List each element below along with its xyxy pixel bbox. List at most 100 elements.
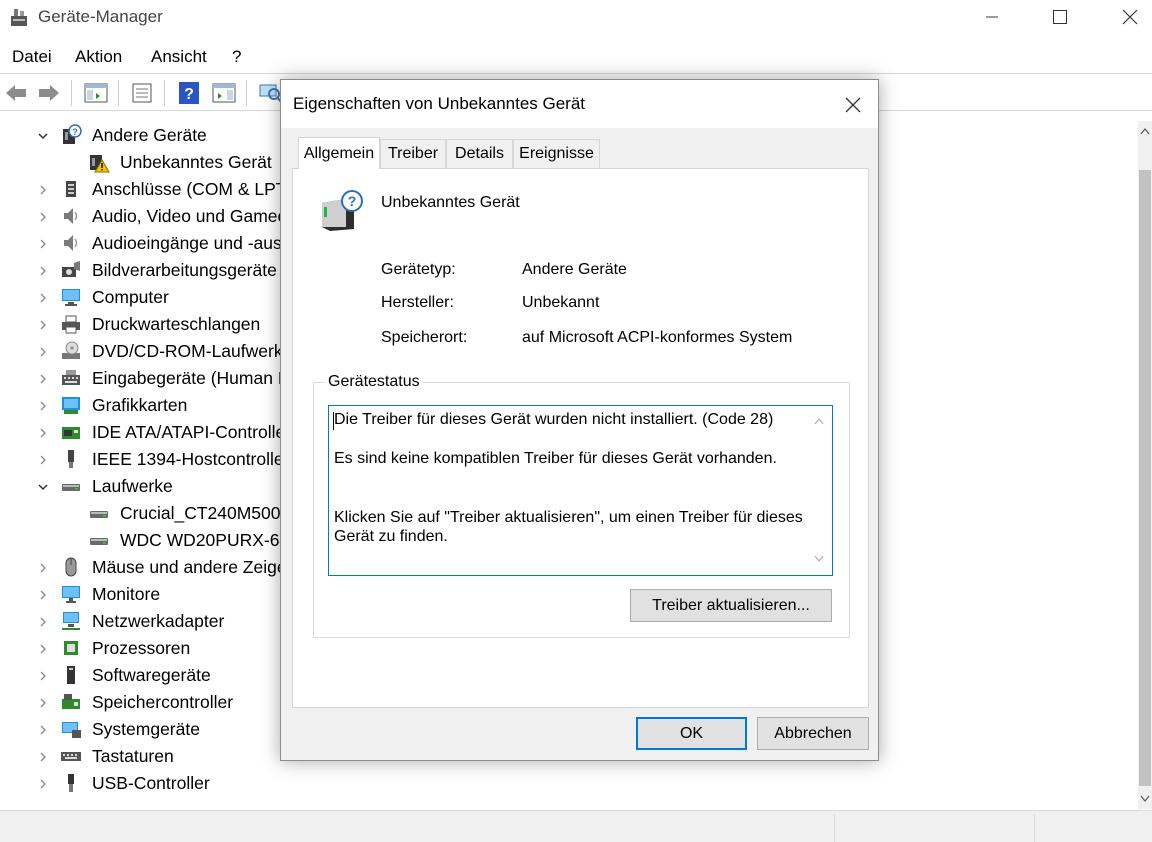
storage-controller-icon bbox=[62, 694, 80, 709]
unknown-device-warning-icon bbox=[90, 155, 110, 173]
close-button[interactable] bbox=[1100, 0, 1152, 34]
port-icon bbox=[66, 181, 76, 197]
tab-allgemein[interactable]: Allgemein bbox=[298, 137, 380, 169]
chevron-right-icon[interactable] bbox=[37, 454, 49, 466]
menu-bar: Datei Aktion Ansicht ? bbox=[0, 44, 1152, 70]
scroll-down-icon[interactable] bbox=[813, 554, 825, 564]
network-adapter-icon bbox=[62, 612, 80, 630]
device-manager-icon bbox=[8, 6, 30, 28]
status-line-4: Gerät zu finden. bbox=[334, 528, 448, 545]
chevron-down-icon[interactable] bbox=[37, 130, 49, 142]
title-bar: Geräte-Manager bbox=[0, 0, 1152, 34]
ide-controller-icon bbox=[62, 427, 80, 439]
chevron-right-icon[interactable] bbox=[37, 319, 49, 331]
drive-icon bbox=[62, 484, 80, 491]
dialog-title: Eigenschaften von Unbekanntes Gerät bbox=[293, 94, 586, 113]
scroll-up-icon[interactable] bbox=[813, 416, 825, 426]
properties-dialog: Eigenschaften von Unbekanntes Gerät Allg… bbox=[280, 79, 879, 761]
speaker-icon bbox=[64, 235, 78, 251]
processor-icon bbox=[64, 641, 78, 655]
chevron-right-icon[interactable] bbox=[37, 562, 49, 574]
tab-details[interactable]: Details bbox=[446, 139, 513, 168]
software-device-icon bbox=[67, 666, 75, 684]
chevron-right-icon[interactable] bbox=[37, 400, 49, 412]
chevron-right-icon[interactable] bbox=[37, 697, 49, 709]
window-title: Geräte-Manager bbox=[38, 7, 163, 26]
ok-button[interactable]: OK bbox=[636, 717, 747, 750]
chevron-right-icon[interactable] bbox=[37, 616, 49, 628]
tree-item-label: IEEE 1394-Hostcontroller bbox=[92, 449, 290, 469]
properties-icon[interactable] bbox=[128, 79, 156, 107]
chevron-right-icon[interactable] bbox=[37, 670, 49, 682]
status-line-2: Es sind keine kompatiblen Treiber für di… bbox=[334, 450, 777, 467]
chevron-right-icon[interactable] bbox=[37, 211, 49, 223]
tree-item-label: Andere Geräte bbox=[92, 125, 207, 145]
device-name: Unbekanntes Gerät bbox=[381, 194, 520, 211]
maximize-button[interactable] bbox=[1030, 0, 1090, 34]
tree-item-25[interactable]: USB-Controller bbox=[0, 770, 1138, 797]
tab-panel-allgemein: ? Unbekanntes Gerät Gerätetyp: Andere Ge… bbox=[292, 168, 869, 708]
device-status-textbox[interactable]: Die Treiber für dieses Gerät wurden nich… bbox=[328, 405, 833, 576]
system-devices-icon bbox=[62, 722, 81, 738]
keyboard-icon bbox=[61, 752, 81, 761]
keyboard-hid-icon bbox=[62, 370, 80, 385]
chevron-right-icon[interactable] bbox=[37, 778, 49, 790]
chevron-right-icon[interactable] bbox=[37, 589, 49, 601]
disc-drive-icon bbox=[62, 341, 80, 359]
back-arrow-icon[interactable] bbox=[2, 79, 30, 107]
speaker-icon bbox=[64, 208, 78, 224]
chevron-right-icon[interactable] bbox=[37, 724, 49, 736]
chevron-right-icon[interactable] bbox=[37, 346, 49, 358]
dialog-close-button[interactable] bbox=[833, 90, 873, 120]
chevron-right-icon[interactable] bbox=[37, 265, 49, 277]
device-status-group: Gerätestatus Die Treiber für dieses Gerä… bbox=[313, 373, 850, 638]
chevron-down-icon[interactable] bbox=[37, 481, 49, 493]
tree-item-label: Netzwerkadapter bbox=[92, 611, 225, 631]
scrollbar-thumb[interactable] bbox=[1139, 170, 1151, 786]
chevron-right-icon[interactable] bbox=[37, 643, 49, 655]
chevron-right-icon[interactable] bbox=[37, 373, 49, 385]
menu-help[interactable]: ? bbox=[232, 47, 241, 67]
tree-item-label: Druckwarteschlangen bbox=[92, 314, 261, 334]
prop-value-manufacturer: Unbekannt bbox=[522, 294, 600, 311]
tree-item-label: Bildverarbeitungsgeräte bbox=[92, 260, 277, 280]
ieee1394-icon bbox=[68, 450, 74, 468]
help-icon[interactable]: ? bbox=[175, 79, 203, 107]
action-pane-icon[interactable] bbox=[210, 79, 238, 107]
tree-item-label: Tastaturen bbox=[92, 746, 174, 766]
tree-scrollbar[interactable] bbox=[1138, 121, 1152, 809]
menu-aktion[interactable]: Aktion bbox=[75, 47, 122, 67]
usb-icon bbox=[68, 774, 74, 792]
tab-treiber[interactable]: Treiber bbox=[380, 139, 446, 168]
computer-icon bbox=[62, 289, 80, 306]
tree-item-label: IDE ATA/ATAPI-Controller bbox=[92, 422, 292, 442]
show-hide-console-tree-icon[interactable] bbox=[82, 79, 110, 107]
forward-arrow-icon[interactable] bbox=[35, 79, 63, 107]
close-icon bbox=[845, 97, 861, 113]
monitor-icon bbox=[62, 586, 80, 603]
chevron-right-icon[interactable] bbox=[37, 292, 49, 304]
tree-item-label: Unbekanntes Gerät bbox=[120, 152, 272, 172]
other-devices-icon: ? bbox=[63, 124, 82, 144]
camera-icon bbox=[62, 261, 80, 277]
svg-text:?: ? bbox=[184, 86, 194, 103]
svg-text:?: ? bbox=[72, 127, 78, 137]
prop-value-type: Andere Geräte bbox=[522, 261, 627, 278]
prop-label-location: Speicherort: bbox=[381, 329, 468, 346]
cancel-button[interactable]: Abbrechen bbox=[757, 717, 869, 750]
minimize-button[interactable] bbox=[962, 0, 1022, 34]
chevron-right-icon[interactable] bbox=[37, 427, 49, 439]
tree-item-label: Anschlüsse (COM & LPT) bbox=[92, 179, 293, 199]
tree-item-label: Computer bbox=[92, 287, 169, 307]
chevron-right-icon[interactable] bbox=[37, 751, 49, 763]
menu-ansicht[interactable]: Ansicht bbox=[151, 47, 207, 67]
chevron-right-icon[interactable] bbox=[37, 238, 49, 250]
update-driver-button[interactable]: Treiber aktualisieren... bbox=[630, 589, 832, 622]
tab-ereignisse[interactable]: Ereignisse bbox=[513, 139, 600, 168]
menu-datei[interactable]: Datei bbox=[12, 47, 52, 67]
printer-icon bbox=[62, 315, 80, 334]
svg-text:?: ? bbox=[348, 193, 357, 209]
tree-item-label: USB-Controller bbox=[92, 773, 210, 793]
display-adapter-icon bbox=[62, 397, 80, 414]
chevron-right-icon[interactable] bbox=[37, 184, 49, 196]
